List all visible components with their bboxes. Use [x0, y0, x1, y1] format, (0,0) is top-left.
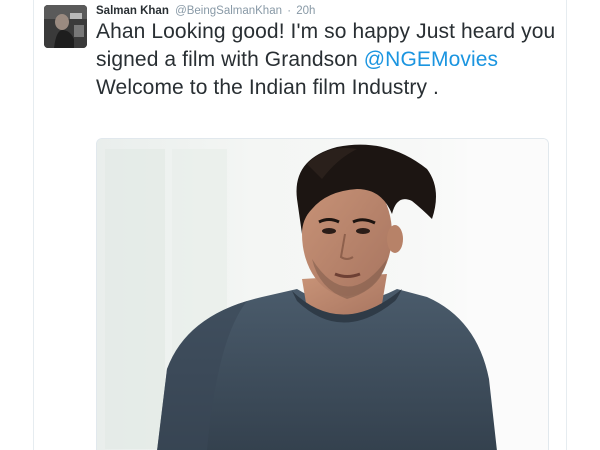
author-handle[interactable]: @BeingSalmanKhan — [175, 5, 282, 17]
tweet-page: Salman Khan @BeingSalmanKhan · 20h Ahan … — [0, 0, 600, 450]
tweet[interactable]: Salman Khan @BeingSalmanKhan · 20h Ahan … — [34, 0, 566, 450]
author-name[interactable]: Salman Khan — [96, 5, 169, 17]
mention-link[interactable]: @NGEMovies — [364, 48, 498, 71]
timestamp[interactable]: 20h — [296, 5, 315, 17]
tweet-media[interactable] — [96, 138, 549, 450]
avatar-photo-icon — [44, 5, 87, 48]
photo-icon — [97, 139, 548, 450]
tweet-text-part2: Welcome to the Indian film Industry . — [96, 76, 439, 99]
separator: · — [287, 5, 292, 17]
avatar[interactable] — [44, 5, 87, 48]
timeline-border-right — [566, 0, 567, 450]
tweet-header: Salman Khan @BeingSalmanKhan · 20h — [96, 4, 315, 18]
tweet-text: Ahan Looking good! I'm so happy Just hea… — [96, 18, 561, 102]
